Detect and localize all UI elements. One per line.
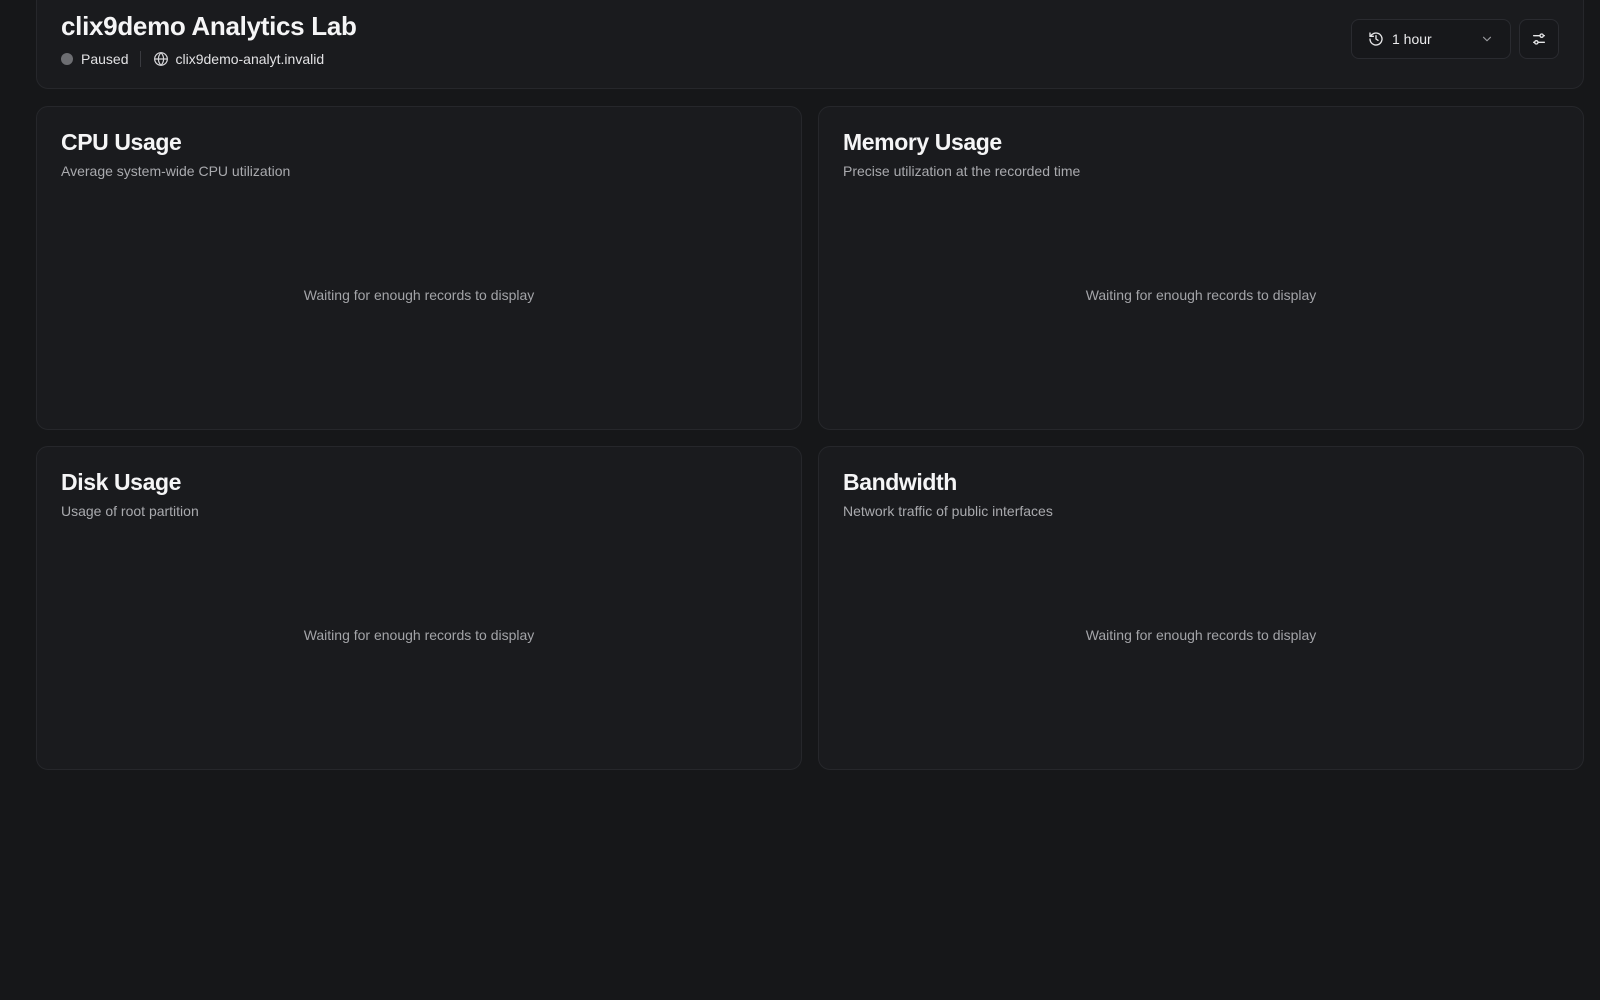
empty-state-message: Waiting for enough records to display	[1085, 627, 1317, 643]
sliders-icon	[1533, 33, 1545, 45]
page-title: clix9demo Analytics Lab	[61, 11, 357, 41]
time-range-value: 1 hour	[1392, 31, 1432, 47]
history-icon	[1369, 32, 1383, 46]
status-dot-icon	[61, 53, 73, 65]
cpu-usage-card: CPU Usage Average system-wide CPU utiliz…	[36, 106, 802, 430]
empty-state-message: Waiting for enough records to display	[1085, 287, 1317, 303]
card-description: Precise utilization at the recorded time	[843, 163, 1081, 179]
server-meta: Paused clix9demo-analyt.invalid	[61, 50, 324, 68]
memory-usage-card: Memory Usage Precise utilization at the …	[818, 106, 1584, 430]
card-description: Usage of root partition	[61, 503, 199, 519]
card-title: Bandwidth	[843, 469, 957, 495]
empty-state-message: Waiting for enough records to display	[303, 627, 535, 643]
time-range-select[interactable]: 1 hour	[1351, 19, 1511, 59]
bandwidth-card: Bandwidth Network traffic of public inte…	[818, 446, 1584, 770]
card-description: Network traffic of public interfaces	[843, 503, 1053, 519]
card-description: Average system-wide CPU utilization	[61, 163, 291, 179]
chevron-down-icon	[1482, 36, 1492, 42]
meta-divider	[140, 51, 142, 67]
host-address: clix9demo-analyt.invalid	[175, 51, 325, 67]
globe-icon	[154, 52, 169, 66]
card-title: CPU Usage	[61, 129, 182, 155]
card-title: Disk Usage	[61, 469, 182, 495]
empty-state-message: Waiting for enough records to display	[303, 287, 535, 303]
status-text: Paused	[81, 51, 129, 67]
chart-settings-button[interactable]	[1519, 19, 1559, 59]
server-header: clix9demo Analytics Lab Paused clix9demo…	[36, 0, 1584, 89]
disk-usage-card: Disk Usage Usage of root partition Waiti…	[36, 446, 802, 770]
card-title: Memory Usage	[843, 129, 1002, 155]
